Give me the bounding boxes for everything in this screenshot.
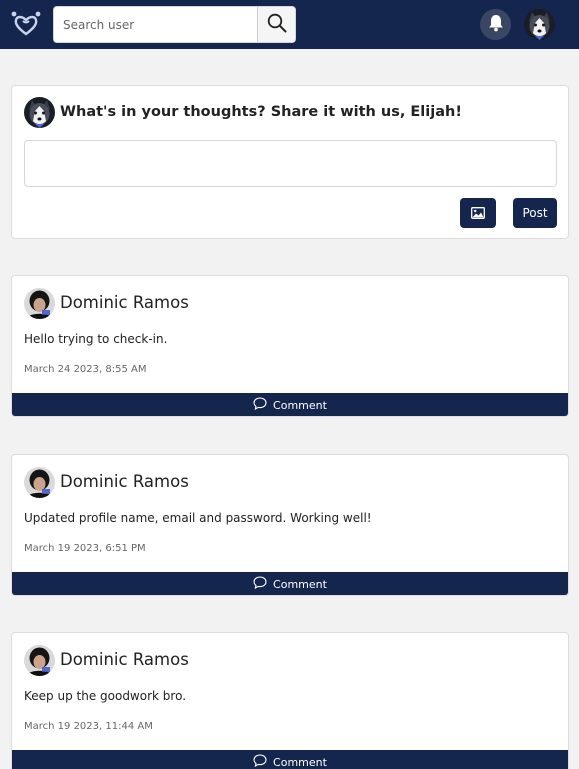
comment-icon — [253, 754, 267, 769]
post-timestamp: March 19 2023, 6:51 PM — [24, 543, 146, 554]
comment-button[interactable]: Comment — [12, 750, 568, 769]
post-text: Hello trying to check-in. — [24, 332, 168, 346]
comment-icon — [253, 576, 267, 592]
post-card: Dominic Ramos Keep up the goodwork bro. … — [11, 632, 569, 769]
post-timestamp: March 24 2023, 8:55 AM — [24, 364, 147, 375]
post-author[interactable]: Dominic Ramos — [60, 293, 189, 312]
post-textarea[interactable] — [24, 140, 557, 187]
composer-card: What's in your thoughts? Share it with u… — [11, 85, 569, 239]
comment-icon — [253, 397, 267, 413]
post-card: Dominic Ramos Hello trying to check-in. … — [11, 275, 569, 417]
add-image-button[interactable] — [460, 198, 496, 228]
search-icon — [267, 13, 287, 37]
comment-label: Comment — [273, 577, 327, 591]
post-button[interactable]: Post — [513, 198, 557, 228]
post-author[interactable]: Dominic Ramos — [60, 472, 189, 491]
avatar — [24, 467, 55, 498]
notifications-button[interactable] — [480, 9, 511, 40]
navbar — [0, 0, 579, 49]
post-timestamp: March 19 2023, 11:44 AM — [24, 721, 153, 732]
post-card: Dominic Ramos Updated profile name, emai… — [11, 454, 569, 596]
post-text: Updated profile name, email and password… — [24, 511, 372, 525]
avatar — [24, 645, 55, 676]
post-text: Keep up the goodwork bro. — [24, 689, 187, 703]
search-bar — [53, 6, 296, 43]
comment-button[interactable]: Comment — [12, 572, 568, 595]
heart-logo-icon[interactable] — [10, 10, 42, 38]
image-icon — [471, 204, 485, 223]
avatar — [24, 288, 55, 319]
comment-label: Comment — [273, 398, 327, 412]
avatar — [24, 97, 55, 128]
comment-label: Comment — [273, 755, 327, 769]
search-button[interactable] — [257, 7, 295, 42]
search-input[interactable] — [54, 7, 258, 42]
user-avatar[interactable] — [524, 9, 555, 40]
composer-title: What's in your thoughts? Share it with u… — [60, 104, 462, 120]
post-author[interactable]: Dominic Ramos — [60, 650, 189, 669]
bell-icon — [488, 14, 504, 36]
comment-button[interactable]: Comment — [12, 393, 568, 416]
